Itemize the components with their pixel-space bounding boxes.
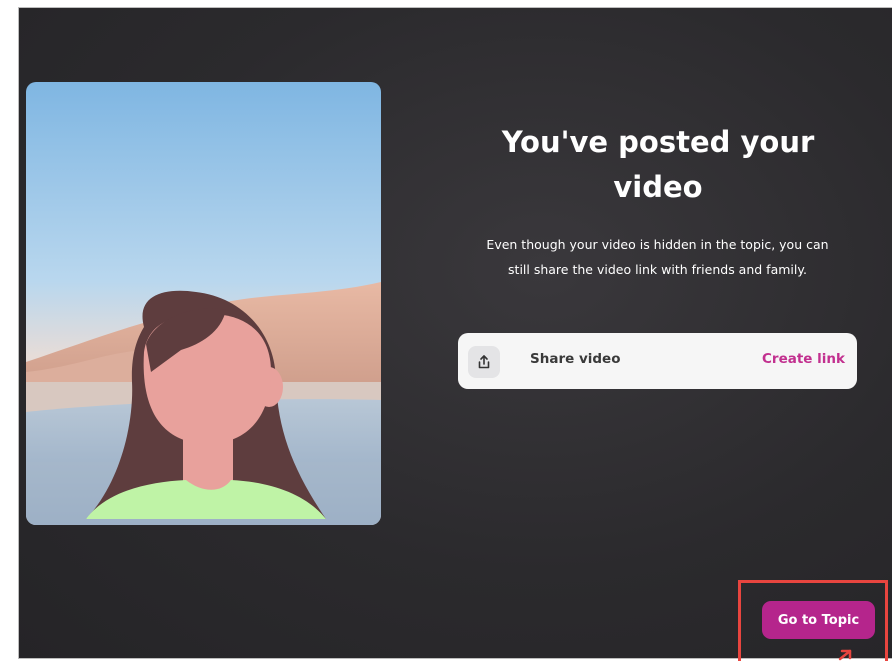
annotation-highlight-box (738, 580, 888, 661)
dialog-title: You've posted your video (501, 125, 815, 204)
dialog-description: Even though your video is hidden in the … (486, 237, 829, 277)
video-preview-thumbnail (26, 82, 381, 525)
share-video-label: Share video (530, 351, 621, 367)
share-upload-icon[interactable] (468, 346, 500, 378)
create-link-button[interactable]: Create link (762, 351, 845, 367)
share-video-card: Share video Create link (458, 333, 857, 389)
annotation-arrow-icon (838, 649, 852, 661)
